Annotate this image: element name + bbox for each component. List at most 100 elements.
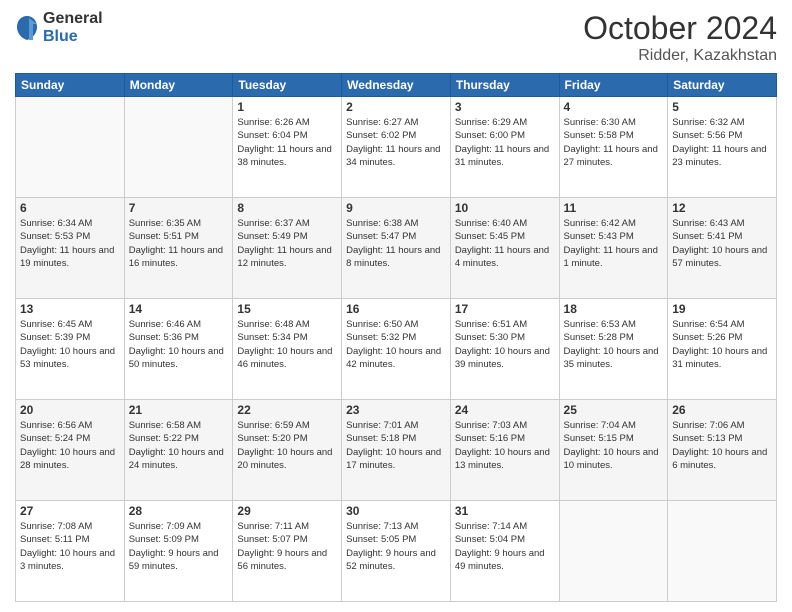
day-cell: 18 Sunrise: 6:53 AM Sunset: 5:28 PM Dayli…: [559, 299, 668, 400]
weekday-header-sunday: Sunday: [16, 74, 125, 97]
day-number: 4: [564, 100, 664, 114]
day-cell: 12Sunrise: 6:43 AM Sunset: 5:41 PM Dayli…: [668, 198, 777, 299]
day-cell: 15Sunrise: 6:48 AM Sunset: 5:34 PM Dayli…: [233, 299, 342, 400]
day-info: Sunrise: 6:59 AM Sunset: 5:20 PM Dayligh…: [237, 419, 337, 472]
day-number: 23: [346, 403, 446, 417]
day-info: Sunrise: 6:27 AM Sunset: 6:02 PM Dayligh…: [346, 116, 446, 169]
week-row-1: 1Sunrise: 6:26 AM Sunset: 6:04 PM Daylig…: [16, 97, 777, 198]
day-cell: 9 Sunrise: 6:38 AM Sunset: 5:47 PM Daylig…: [342, 198, 451, 299]
day-info: Sunrise: 7:11 AM Sunset: 5:07 PM Dayligh…: [237, 520, 337, 573]
day-cell: [124, 97, 233, 198]
day-cell: 3 Sunrise: 6:29 AM Sunset: 6:00 PM Daylig…: [450, 97, 559, 198]
day-number: 7: [129, 201, 229, 215]
day-info: Sunrise: 7:13 AM Sunset: 5:05 PM Dayligh…: [346, 520, 446, 573]
day-number: 30: [346, 504, 446, 518]
day-cell: 14Sunrise: 6:46 AM Sunset: 5:36 PM Dayli…: [124, 299, 233, 400]
day-info: Sunrise: 6:34 AM Sunset: 5:53 PM Dayligh…: [20, 217, 120, 270]
day-cell: 2 Sunrise: 6:27 AM Sunset: 6:02 PM Daylig…: [342, 97, 451, 198]
day-info: Sunrise: 6:30 AM Sunset: 5:58 PM Dayligh…: [564, 116, 664, 169]
week-row-3: 13Sunrise: 6:45 AM Sunset: 5:39 PM Dayli…: [16, 299, 777, 400]
day-number: 28: [129, 504, 229, 518]
day-number: 20: [20, 403, 120, 417]
day-number: 21: [129, 403, 229, 417]
day-info: Sunrise: 6:53 AM Sunset: 5:28 PM Dayligh…: [564, 318, 664, 371]
day-info: Sunrise: 6:45 AM Sunset: 5:39 PM Dayligh…: [20, 318, 120, 371]
logo-general-text: General: [43, 10, 103, 28]
week-row-5: 27 Sunrise: 7:08 AM Sunset: 5:11 PM Dayli…: [16, 501, 777, 602]
day-info: Sunrise: 6:35 AM Sunset: 5:51 PM Dayligh…: [129, 217, 229, 270]
day-info: Sunrise: 7:04 AM Sunset: 5:15 PM Dayligh…: [564, 419, 664, 472]
month-title: October 2024: [583, 10, 777, 47]
day-cell: 1Sunrise: 6:26 AM Sunset: 6:04 PM Daylig…: [233, 97, 342, 198]
day-cell: [668, 501, 777, 602]
day-cell: 6 Sunrise: 6:34 AM Sunset: 5:53 PM Daylig…: [16, 198, 125, 299]
day-cell: 11 Sunrise: 6:42 AM Sunset: 5:43 PM Dayli…: [559, 198, 668, 299]
day-info: Sunrise: 7:09 AM Sunset: 5:09 PM Dayligh…: [129, 520, 229, 573]
day-number: 27: [20, 504, 120, 518]
day-info: Sunrise: 6:37 AM Sunset: 5:49 PM Dayligh…: [237, 217, 337, 270]
day-cell: 4 Sunrise: 6:30 AM Sunset: 5:58 PM Daylig…: [559, 97, 668, 198]
day-info: Sunrise: 6:58 AM Sunset: 5:22 PM Dayligh…: [129, 419, 229, 472]
day-info: Sunrise: 6:51 AM Sunset: 5:30 PM Dayligh…: [455, 318, 555, 371]
day-number: 18: [564, 302, 664, 316]
day-info: Sunrise: 6:26 AM Sunset: 6:04 PM Dayligh…: [237, 116, 337, 169]
day-info: Sunrise: 7:14 AM Sunset: 5:04 PM Dayligh…: [455, 520, 555, 573]
day-info: Sunrise: 6:38 AM Sunset: 5:47 PM Dayligh…: [346, 217, 446, 270]
day-number: 22: [237, 403, 337, 417]
day-cell: [559, 501, 668, 602]
day-info: Sunrise: 6:42 AM Sunset: 5:43 PM Dayligh…: [564, 217, 664, 270]
day-number: 12: [672, 201, 772, 215]
day-number: 8: [237, 201, 337, 215]
day-number: 10: [455, 201, 555, 215]
day-cell: 16 Sunrise: 6:50 AM Sunset: 5:32 PM Dayli…: [342, 299, 451, 400]
weekday-header-saturday: Saturday: [668, 74, 777, 97]
location: Ridder, Kazakhstan: [583, 47, 777, 65]
day-number: 16: [346, 302, 446, 316]
logo-blue-text: Blue: [43, 28, 103, 46]
day-info: Sunrise: 6:56 AM Sunset: 5:24 PM Dayligh…: [20, 419, 120, 472]
day-cell: 23 Sunrise: 7:01 AM Sunset: 5:18 PM Dayli…: [342, 400, 451, 501]
day-number: 2: [346, 100, 446, 114]
day-cell: 24Sunrise: 7:03 AM Sunset: 5:16 PM Dayli…: [450, 400, 559, 501]
calendar-page: General Blue October 2024 Ridder, Kazakh…: [0, 0, 792, 612]
day-number: 6: [20, 201, 120, 215]
day-info: Sunrise: 7:08 AM Sunset: 5:11 PM Dayligh…: [20, 520, 120, 573]
day-info: Sunrise: 6:29 AM Sunset: 6:00 PM Dayligh…: [455, 116, 555, 169]
day-info: Sunrise: 6:32 AM Sunset: 5:56 PM Dayligh…: [672, 116, 772, 169]
logo: General Blue: [15, 10, 103, 45]
day-cell: 7 Sunrise: 6:35 AM Sunset: 5:51 PM Daylig…: [124, 198, 233, 299]
day-number: 5: [672, 100, 772, 114]
day-cell: 29Sunrise: 7:11 AM Sunset: 5:07 PM Dayli…: [233, 501, 342, 602]
day-number: 11: [564, 201, 664, 215]
day-info: Sunrise: 6:40 AM Sunset: 5:45 PM Dayligh…: [455, 217, 555, 270]
day-cell: 19 Sunrise: 6:54 AM Sunset: 5:26 PM Dayli…: [668, 299, 777, 400]
day-number: 26: [672, 403, 772, 417]
day-number: 9: [346, 201, 446, 215]
day-cell: 27 Sunrise: 7:08 AM Sunset: 5:11 PM Dayli…: [16, 501, 125, 602]
day-info: Sunrise: 7:06 AM Sunset: 5:13 PM Dayligh…: [672, 419, 772, 472]
day-cell: 22 Sunrise: 6:59 AM Sunset: 5:20 PM Dayli…: [233, 400, 342, 501]
day-number: 31: [455, 504, 555, 518]
weekday-header-thursday: Thursday: [450, 74, 559, 97]
week-row-2: 6 Sunrise: 6:34 AM Sunset: 5:53 PM Daylig…: [16, 198, 777, 299]
day-number: 17: [455, 302, 555, 316]
day-cell: 21 Sunrise: 6:58 AM Sunset: 5:22 PM Dayli…: [124, 400, 233, 501]
day-number: 3: [455, 100, 555, 114]
day-info: Sunrise: 6:54 AM Sunset: 5:26 PM Dayligh…: [672, 318, 772, 371]
day-info: Sunrise: 6:48 AM Sunset: 5:34 PM Dayligh…: [237, 318, 337, 371]
day-info: Sunrise: 6:50 AM Sunset: 5:32 PM Dayligh…: [346, 318, 446, 371]
day-number: 19: [672, 302, 772, 316]
day-info: Sunrise: 7:01 AM Sunset: 5:18 PM Dayligh…: [346, 419, 446, 472]
weekday-header-row: SundayMondayTuesdayWednesdayThursdayFrid…: [16, 74, 777, 97]
weekday-header-friday: Friday: [559, 74, 668, 97]
day-cell: [16, 97, 125, 198]
day-cell: 13Sunrise: 6:45 AM Sunset: 5:39 PM Dayli…: [16, 299, 125, 400]
day-cell: 5 Sunrise: 6:32 AM Sunset: 5:56 PM Daylig…: [668, 97, 777, 198]
day-cell: 30 Sunrise: 7:13 AM Sunset: 5:05 PM Dayli…: [342, 501, 451, 602]
title-area: October 2024 Ridder, Kazakhstan: [583, 10, 777, 65]
weekday-header-tuesday: Tuesday: [233, 74, 342, 97]
day-cell: 20 Sunrise: 6:56 AM Sunset: 5:24 PM Dayli…: [16, 400, 125, 501]
day-cell: 28 Sunrise: 7:09 AM Sunset: 5:09 PM Dayli…: [124, 501, 233, 602]
day-cell: 31 Sunrise: 7:14 AM Sunset: 5:04 PM Dayli…: [450, 501, 559, 602]
week-row-4: 20 Sunrise: 6:56 AM Sunset: 5:24 PM Dayli…: [16, 400, 777, 501]
